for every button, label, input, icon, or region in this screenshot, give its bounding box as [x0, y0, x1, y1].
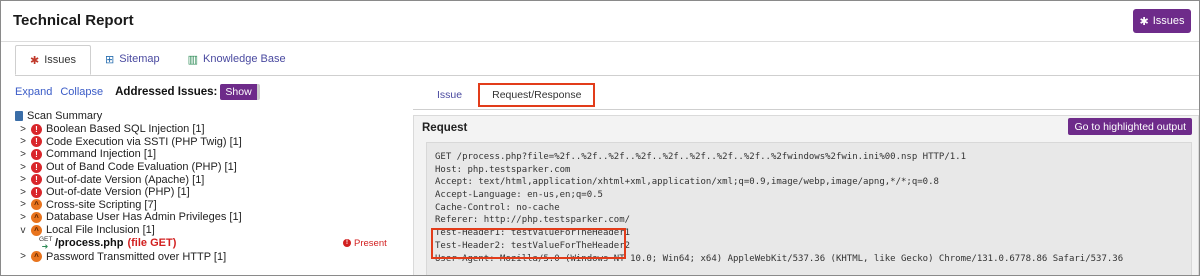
- critical-severity-icon: !: [31, 148, 42, 160]
- high-severity-icon: ^: [31, 251, 42, 263]
- tree-item[interactable]: > ^ Database User Has Admin Privileges […: [15, 211, 395, 224]
- issues-tree: Scan Summary > ! Boolean Based SQL Injec…: [15, 109, 395, 263]
- tree-item[interactable]: > ! Out of Band Code Evaluation (PHP) [1…: [15, 161, 395, 174]
- present-status-icon: !: [343, 239, 351, 248]
- issues-button[interactable]: ✱ Issues: [1133, 9, 1191, 33]
- tree-item-label: Out of Band Code Evaluation (PHP) [1]: [46, 161, 237, 174]
- issues-button-label: Issues: [1152, 15, 1185, 27]
- tree-item-label: Command Injection [1]: [46, 148, 157, 161]
- tree-item[interactable]: > ! Out-of-date Version (PHP) [1]: [15, 186, 395, 199]
- tree-item[interactable]: > ^ Password Transmitted over HTTP [1]: [15, 250, 395, 263]
- request-code-block[interactable]: GET /process.php?file=%2f..%2f..%2f..%2f…: [426, 142, 1192, 275]
- request-panel: Request Go to highlighted output GET /pr…: [413, 115, 1199, 275]
- tree-controls: Expand Collapse Addressed Issues: Show: [15, 83, 260, 101]
- high-severity-icon: ^: [31, 211, 42, 223]
- tree-item-label: Boolean Based SQL Injection [1]: [46, 123, 205, 136]
- chevron-right-icon[interactable]: >: [19, 149, 27, 160]
- request-line: Host: php.testsparker.com: [435, 164, 571, 175]
- child-parameter-tag: (file GET): [127, 237, 177, 250]
- bug-icon: ✱: [30, 54, 40, 67]
- tree-root-label: Scan Summary: [27, 110, 103, 122]
- tab-issue[interactable]: Issue: [425, 83, 474, 107]
- tree-item-label: Database User Has Admin Privileges [1]: [46, 211, 242, 224]
- arrow-right-icon: ➜: [41, 242, 49, 252]
- tab-sitemap[interactable]: ⊞ Sitemap: [91, 45, 174, 73]
- chevron-right-icon[interactable]: >: [19, 124, 27, 135]
- request-line: User-Agent: Mozilla/5.0 (Windows NT 10.0…: [435, 253, 1124, 264]
- tab-knowledge-base[interactable]: ▥ Knowledge Base: [174, 45, 300, 73]
- tab-label: Issues: [44, 54, 77, 66]
- critical-severity-icon: !: [31, 136, 42, 148]
- tree-item-label: Local File Inclusion [1]: [46, 224, 155, 237]
- tree-child-item[interactable]: GET ➜ /process.php (file GET) ! Present: [15, 236, 395, 252]
- critical-severity-icon: !: [31, 186, 42, 198]
- detail-tabs: Issue Request/Response: [425, 83, 596, 109]
- sitemap-icon: ⊞: [105, 53, 115, 66]
- show-addressed-toggle[interactable]: Show: [220, 84, 260, 100]
- tab-label: Sitemap: [119, 53, 160, 65]
- scan-summary-node[interactable]: Scan Summary: [15, 109, 395, 123]
- tree-item[interactable]: > ^ Cross-site Scripting [7]: [15, 199, 395, 212]
- detail-tabs-divider: [413, 109, 1199, 110]
- high-severity-icon: ^: [31, 224, 42, 236]
- collapse-link[interactable]: Collapse: [60, 86, 103, 98]
- chevron-down-icon[interactable]: v: [19, 225, 27, 236]
- tree-item-label: Out-of-date Version (PHP) [1]: [46, 186, 190, 199]
- expand-link[interactable]: Expand: [15, 86, 52, 98]
- critical-severity-icon: !: [31, 123, 42, 135]
- tree-item-label: Password Transmitted over HTTP [1]: [46, 250, 227, 263]
- tree-item-label: Cross-site Scripting [7]: [46, 198, 157, 211]
- critical-severity-icon: !: [31, 174, 42, 186]
- chevron-right-icon[interactable]: >: [19, 136, 27, 147]
- request-line: GET /process.php?file=%2f..%2f..%2f..%2f…: [435, 152, 967, 162]
- request-line: Test-Header2: testValueForTheHeader2: [435, 240, 631, 251]
- request-title: Request: [422, 122, 468, 134]
- tree-item[interactable]: > ! Boolean Based SQL Injection [1]: [15, 123, 395, 136]
- high-severity-icon: ^: [31, 199, 42, 211]
- tree-item-label: Out-of-date Version (Apache) [1]: [46, 173, 205, 186]
- report-window: Technical Report ✱ Issues ✱ Issues ⊞ Sit…: [0, 0, 1200, 276]
- tree-item-label: Code Execution via SSTI (PHP Twig) [1]: [46, 135, 242, 148]
- request-line: Test-Header1: testValueForTheHeader1: [435, 228, 631, 239]
- tree-item[interactable]: > ! Out-of-date Version (Apache) [1]: [15, 173, 395, 186]
- document-icon: [15, 111, 23, 121]
- tabs-divider: [15, 75, 1199, 76]
- header-bar: Technical Report ✱ Issues: [1, 1, 1199, 42]
- request-line: Accept: text/html,application/xhtml+xml,…: [435, 177, 939, 188]
- get-request-icon: GET ➜: [39, 236, 52, 252]
- tab-label: Knowledge Base: [203, 53, 286, 65]
- request-line: Cache-Control: no-cache: [435, 202, 560, 213]
- status-label: Present: [354, 237, 387, 249]
- tab-issues[interactable]: ✱ Issues: [15, 45, 92, 75]
- chevron-right-icon[interactable]: >: [19, 251, 27, 262]
- child-path: /process.php: [55, 237, 124, 250]
- status-badge: ! Present: [343, 238, 387, 249]
- critical-severity-icon: !: [31, 161, 42, 173]
- tree-item[interactable]: > ! Code Execution via SSTI (PHP Twig) […: [15, 136, 395, 149]
- chevron-right-icon[interactable]: >: [19, 174, 27, 185]
- book-icon: ▥: [187, 53, 198, 66]
- request-line: Referer: http://php.testsparker.com/: [435, 215, 631, 226]
- chevron-right-icon[interactable]: >: [19, 212, 27, 223]
- request-lines: GET /process.php?file=%2f..%2f..%2f..%2f…: [435, 151, 1123, 265]
- chevron-right-icon[interactable]: >: [19, 199, 27, 210]
- chevron-right-icon[interactable]: >: [19, 162, 27, 173]
- request-line: Accept-Language: en-us,en;q=0.5: [435, 190, 603, 201]
- tab-request-response[interactable]: Request/Response: [478, 83, 596, 107]
- chevron-right-icon[interactable]: >: [19, 187, 27, 198]
- page-title: Technical Report: [13, 12, 134, 29]
- go-to-highlighted-output-button[interactable]: Go to highlighted output: [1068, 118, 1192, 135]
- addressed-issues-label: Addressed Issues:: [115, 86, 218, 98]
- tree-item-expanded[interactable]: v ^ Local File Inclusion [1]: [15, 224, 395, 237]
- main-tabs: ✱ Issues ⊞ Sitemap ▥ Knowledge Base: [15, 45, 300, 75]
- tree-item[interactable]: > ! Command Injection [1]: [15, 148, 395, 161]
- bug-icon: ✱: [1139, 15, 1149, 28]
